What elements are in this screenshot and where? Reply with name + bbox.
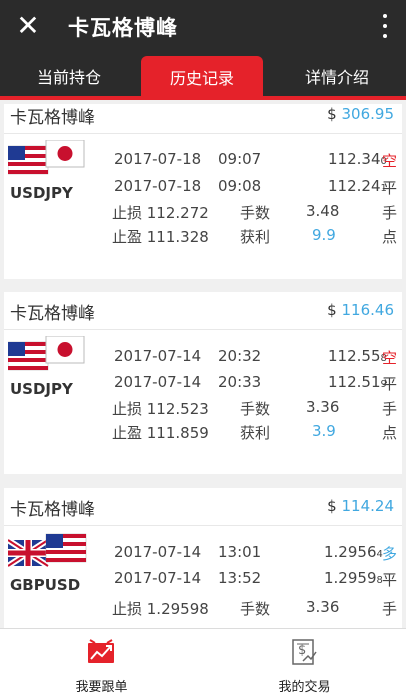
close-price: 112.519 (328, 373, 387, 391)
lots-value: 3.48 (306, 202, 340, 220)
close-date: 2017-07-18 (114, 177, 202, 195)
us-flag-icon (7, 145, 49, 175)
profit-label: 获利 (240, 424, 271, 442)
svg-text:$: $ (298, 643, 306, 658)
direction-badge: 多 (382, 545, 398, 563)
trader-name: 卡瓦格博峰 (10, 304, 95, 324)
profit-amount: $ 116.46 (327, 301, 394, 319)
tab-history[interactable]: 历史记录 (141, 56, 263, 100)
open-date: 2017-07-14 (114, 543, 202, 561)
open-price: 112.558 (328, 347, 387, 365)
profit-points: 9.9 (312, 226, 336, 244)
nav-follow-trade-label: 我要跟单 (75, 680, 128, 694)
currency-pair: USDJPY (10, 184, 73, 202)
close-icon[interactable]: ✕ (12, 10, 44, 42)
card-header: 卡瓦格博峰 $ 116.46 (4, 292, 402, 330)
us-flag-icon (45, 533, 87, 563)
card-header: 卡瓦格博峰 $ 114.24 (4, 488, 402, 526)
close-price: 1.29598 (324, 569, 383, 587)
close-label: 平 (382, 571, 398, 589)
open-price: 1.29564 (324, 543, 383, 561)
close-label: 平 (382, 375, 398, 393)
profit-points: 3.9 (312, 422, 336, 440)
lots-value: 3.36 (306, 598, 340, 616)
take-profit: 止盈 111.859 (112, 424, 209, 442)
uk-flag-icon (6, 537, 50, 569)
trader-name: 卡瓦格博峰 (10, 500, 95, 520)
history-list[interactable]: 卡瓦格博峰 $ 306.95 USDJPY 2017-07-18 09:07 1… (0, 104, 406, 628)
open-time: 09:07 (218, 150, 262, 168)
profit-amount: $ 306.95 (327, 105, 394, 123)
lots-unit: 手 (382, 204, 398, 222)
trade-card[interactable]: 卡瓦格博峰 $ 114.24 GBPUSD 2017-07-14 13:01 1… (4, 488, 402, 628)
us-flag-icon (7, 341, 49, 371)
currency-pair: GBPUSD (10, 576, 81, 594)
lots-unit: 手 (382, 400, 398, 418)
close-label: 平 (382, 179, 398, 197)
profit-unit: 点 (382, 228, 398, 246)
tab-bar: 当前持仓 历史记录 详情介绍 (0, 52, 406, 100)
nav-my-trades[interactable]: $ 我的交易 (203, 629, 406, 694)
close-time: 20:33 (218, 373, 262, 391)
lots-unit: 手 (382, 600, 398, 618)
close-time: 09:08 (218, 177, 262, 195)
stop-loss: 止损 112.272 (112, 204, 209, 222)
close-date: 2017-07-14 (114, 569, 202, 587)
direction-badge: 空 (382, 349, 398, 367)
nav-follow-trade[interactable]: 我要跟单 (0, 629, 203, 694)
page-title: 卡瓦格博峰 (68, 16, 178, 40)
open-price: 112.340 (328, 150, 387, 168)
lots-label: 手数 (240, 600, 271, 618)
currency-pair: USDJPY (10, 380, 73, 398)
open-time: 20:32 (218, 347, 262, 365)
close-price: 112.241 (328, 177, 387, 195)
nav-my-trades-label: 我的交易 (278, 680, 331, 694)
more-vertical-icon[interactable] (378, 12, 392, 40)
trade-card[interactable]: 卡瓦格博峰 $ 306.95 USDJPY 2017-07-18 09:07 1… (4, 104, 402, 279)
japan-flag-icon (45, 335, 85, 364)
open-time: 13:01 (218, 543, 262, 561)
lots-value: 3.36 (306, 398, 340, 416)
tab-details[interactable]: 详情介绍 (268, 52, 406, 100)
trader-name: 卡瓦格博峰 (10, 108, 95, 128)
trade-card[interactable]: 卡瓦格博峰 $ 116.46 USDJPY 2017-07-14 20:32 1… (4, 292, 402, 474)
currency-flags (6, 532, 88, 572)
profit-unit: 点 (382, 424, 398, 442)
open-date: 2017-07-18 (114, 150, 202, 168)
currency-flags (7, 335, 88, 376)
my-trade-icon: $ (292, 639, 317, 665)
take-profit: 止盈 111.328 (112, 228, 209, 246)
follow-trade-icon (88, 639, 114, 663)
lots-label: 手数 (240, 400, 271, 418)
bottom-nav: 我要跟单 $ 我的交易 (0, 628, 406, 694)
lots-label: 手数 (240, 204, 271, 222)
close-time: 13:52 (218, 569, 262, 587)
stop-loss: 止损 112.523 (112, 400, 209, 418)
close-date: 2017-07-14 (114, 373, 202, 391)
stop-loss: 止损 1.29598 (112, 600, 209, 618)
card-header: 卡瓦格博峰 $ 306.95 (4, 104, 402, 134)
tab-current-positions[interactable]: 当前持仓 (0, 52, 138, 100)
currency-flags (7, 139, 88, 180)
top-bar: ✕ 卡瓦格博峰 (0, 0, 406, 52)
japan-flag-icon (45, 139, 85, 168)
profit-label: 获利 (240, 228, 271, 246)
direction-badge: 空 (382, 152, 398, 170)
open-date: 2017-07-14 (114, 347, 202, 365)
profit-amount: $ 114.24 (327, 497, 394, 515)
